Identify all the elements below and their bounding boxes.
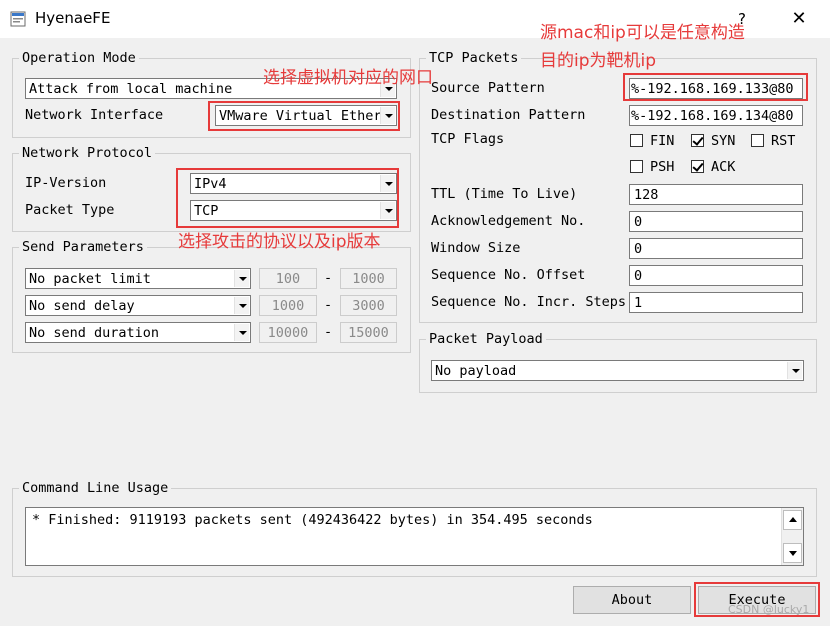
highlight-source-pattern [623, 73, 808, 101]
destination-pattern-field[interactable]: %-192.168.169.134@80 [629, 105, 803, 126]
fin-label: FIN [650, 133, 675, 149]
vertical-scrollbar[interactable] [781, 508, 803, 565]
seq-offset-field[interactable]: 0 [629, 265, 803, 286]
send-duration-select[interactable]: No send duration [25, 322, 251, 343]
packet-limit-max-field[interactable]: 1000 [340, 268, 397, 289]
close-button[interactable]: ✕ [784, 6, 814, 32]
annotation-source-line2: 目的ip为靶机ip [540, 51, 657, 71]
destination-pattern-label: Destination Pattern [431, 107, 586, 123]
window-size-field[interactable]: 0 [629, 238, 803, 259]
ack-no-label: Acknowledgement No. [431, 213, 586, 229]
seq-offset-label: Sequence No. Offset [431, 267, 586, 283]
send-duration-value: No send duration [29, 325, 160, 341]
packet-limit-select[interactable]: No packet limit [25, 268, 251, 289]
command-line-output[interactable]: * Finished: 9119193 packets sent (492436… [25, 507, 804, 566]
chevron-down-icon [787, 362, 802, 379]
packet-payload-select[interactable]: No payload [431, 360, 804, 381]
highlight-protocol [176, 168, 399, 228]
operation-mode-legend: Operation Mode [19, 49, 139, 67]
ack-checkbox[interactable] [691, 160, 704, 173]
psh-label: PSH [650, 159, 675, 175]
chevron-down-icon [234, 324, 249, 341]
operation-mode-value: Attack from local machine [29, 81, 233, 97]
rst-checkbox[interactable] [751, 134, 764, 147]
send-duration-min-field[interactable]: 10000 [259, 322, 317, 343]
send-parameters-legend: Send Parameters [19, 238, 147, 256]
fin-checkbox[interactable] [630, 134, 643, 147]
ttl-field[interactable]: 128 [629, 184, 803, 205]
highlight-network-interface [208, 101, 400, 131]
ip-version-label: IP-Version [25, 175, 107, 191]
ack-label: ACK [711, 159, 736, 175]
seq-incr-label: Sequence No. Incr. Steps [431, 294, 627, 310]
rst-label: RST [771, 133, 796, 149]
packet-limit-value: No packet limit [29, 271, 151, 287]
psh-checkbox[interactable] [630, 160, 643, 173]
annotation-protocol: 选择攻击的协议以及ip版本 [178, 232, 381, 252]
send-delay-value: No send delay [29, 298, 135, 314]
send-delay-max-field[interactable]: 3000 [340, 295, 397, 316]
packet-payload-legend: Packet Payload [426, 330, 546, 348]
source-pattern-label: Source Pattern [431, 80, 545, 96]
send-duration-max-field[interactable]: 15000 [340, 322, 397, 343]
ttl-label: TTL (Time To Live) [431, 186, 578, 202]
network-interface-label: Network Interface [25, 107, 164, 123]
chevron-down-icon [234, 297, 249, 314]
range-separator: - [324, 324, 333, 340]
app-icon [10, 11, 26, 27]
network-protocol-legend: Network Protocol [19, 144, 156, 162]
tcp-packets-legend: TCP Packets [426, 49, 522, 67]
tcp-flags-label: TCP Flags [431, 131, 505, 147]
command-line-legend: Command Line Usage [19, 479, 172, 497]
watermark: CSDN @lucky1 [728, 603, 810, 616]
seq-incr-field[interactable]: 1 [629, 292, 803, 313]
about-button[interactable]: About [573, 586, 691, 614]
scroll-up-icon[interactable] [783, 510, 802, 530]
syn-checkbox[interactable] [691, 134, 704, 147]
annotation-interface: 选择虚拟机对应的网口 [263, 68, 433, 88]
packet-type-label: Packet Type [25, 202, 115, 218]
range-separator: - [324, 270, 333, 286]
ack-no-field[interactable]: 0 [629, 211, 803, 232]
range-separator: - [324, 297, 333, 313]
syn-label: SYN [711, 133, 736, 149]
window-size-label: Window Size [431, 240, 521, 256]
window-title: HyenaeFE [35, 9, 111, 27]
command-line-text: * Finished: 9119193 packets sent (492436… [32, 512, 593, 528]
packet-limit-min-field[interactable]: 100 [259, 268, 317, 289]
send-delay-select[interactable]: No send delay [25, 295, 251, 316]
scroll-down-icon[interactable] [783, 543, 802, 563]
packet-payload-value: No payload [435, 363, 517, 379]
annotation-source-line1: 源mac和ip可以是任意构造 [540, 23, 745, 43]
chevron-down-icon [234, 270, 249, 287]
send-delay-min-field[interactable]: 1000 [259, 295, 317, 316]
